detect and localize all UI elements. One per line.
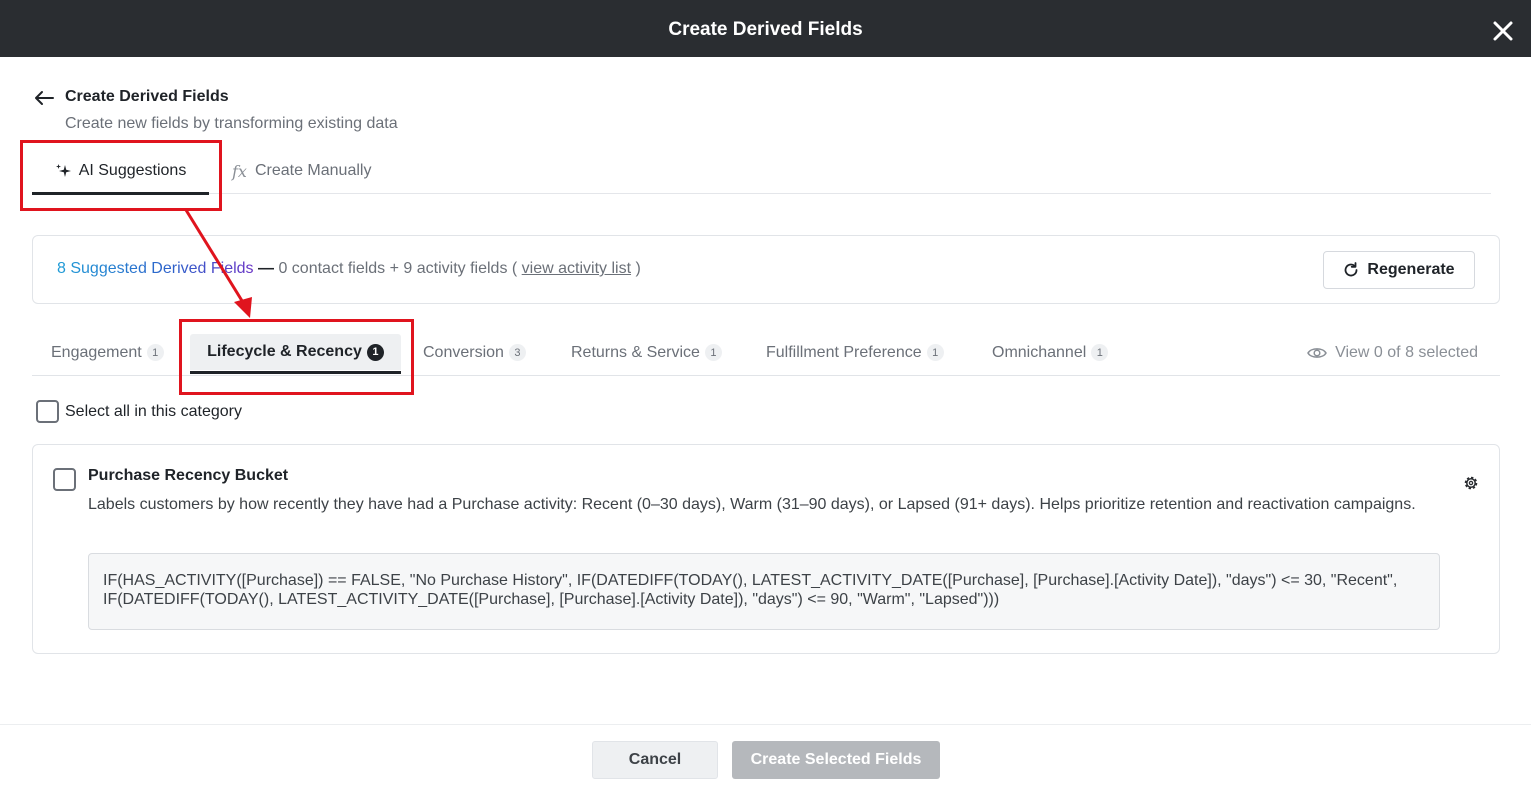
sparkle-icon bbox=[55, 164, 71, 177]
select-all-row: Select all in this category bbox=[36, 400, 242, 423]
page-title: Create Derived Fields bbox=[65, 88, 229, 105]
formula-block: IF(HAS_ACTIVITY([Purchase]) == FALSE, "N… bbox=[88, 553, 1440, 630]
field-title: Purchase Recency Bucket bbox=[88, 467, 289, 484]
count-badge: 1 bbox=[926, 344, 944, 361]
count-badge: 1 bbox=[1091, 344, 1109, 361]
modal-footer: Cancel Create Selected Fields bbox=[0, 724, 1531, 792]
tab-ai-suggestions-label: AI Suggestions bbox=[78, 162, 187, 179]
tab-conversion[interactable]: Conversion 3 bbox=[423, 330, 526, 375]
tab-fulfillment-preference[interactable]: Fulfillment Preference 1 bbox=[766, 330, 944, 375]
field-checkbox[interactable] bbox=[53, 468, 76, 491]
count-badge: 3 bbox=[508, 344, 526, 361]
gear-icon[interactable] bbox=[1463, 475, 1479, 491]
suggestion-card: Purchase Recency Bucket Labels customers… bbox=[32, 444, 1500, 654]
view-selected-toggle[interactable]: View 0 of 8 selected bbox=[1307, 330, 1478, 376]
suggested-count: 8 Suggested Derived Fields bbox=[57, 260, 254, 277]
summary-detail: 0 contact fields + 9 activity fields ( bbox=[278, 260, 522, 277]
mode-tabs: AI Suggestions fx Create Manually bbox=[32, 148, 1491, 195]
tab-label: Lifecycle & Recency bbox=[207, 343, 362, 360]
tab-omnichannel[interactable]: Omnichannel 1 bbox=[992, 330, 1109, 375]
summary-dash: — bbox=[253, 260, 279, 277]
view-selected-label: View 0 of 8 selected bbox=[1335, 344, 1478, 361]
summary-text: 8 Suggested Derived Fields — 0 contact f… bbox=[57, 260, 641, 278]
count-badge: 1 bbox=[146, 344, 164, 361]
summary-close-paren: ) bbox=[631, 260, 641, 277]
eye-icon bbox=[1307, 348, 1327, 358]
fx-icon: fx bbox=[232, 161, 247, 181]
tab-create-manually[interactable]: fx Create Manually bbox=[232, 148, 371, 194]
tab-label: Returns & Service bbox=[571, 343, 700, 361]
tab-label: Fulfillment Preference bbox=[766, 343, 922, 361]
regenerate-label: Regenerate bbox=[1367, 261, 1455, 278]
tab-lifecycle-recency[interactable]: Lifecycle & Recency 1 bbox=[190, 334, 401, 374]
tab-label: Conversion bbox=[423, 343, 504, 361]
count-badge: 1 bbox=[366, 343, 384, 361]
count-badge: 1 bbox=[704, 344, 722, 361]
page-subtitle: Create new fields by transforming existi… bbox=[65, 115, 398, 132]
refresh-icon bbox=[1345, 262, 1358, 277]
modal-title: Create Derived Fields bbox=[668, 19, 863, 40]
close-icon[interactable] bbox=[1492, 20, 1514, 42]
select-all-label: Select all in this category bbox=[65, 402, 242, 420]
tab-label: Engagement bbox=[51, 343, 142, 361]
regenerate-button[interactable]: Regenerate bbox=[1323, 251, 1475, 289]
select-all-checkbox[interactable] bbox=[36, 400, 59, 423]
modal-title-bar: Create Derived Fields bbox=[0, 0, 1531, 57]
field-description: Labels customers by how recently they ha… bbox=[88, 496, 1416, 513]
tab-label: Omnichannel bbox=[992, 343, 1087, 361]
suggestions-summary: 8 Suggested Derived Fields — 0 contact f… bbox=[32, 235, 1500, 304]
category-tabs: Engagement 1 Lifecycle & Recency 1 Convers… bbox=[32, 330, 1500, 376]
view-activity-list-link[interactable]: view activity list bbox=[522, 260, 631, 277]
create-selected-fields-button[interactable]: Create Selected Fields bbox=[732, 741, 940, 779]
tab-create-manually-label: Create Manually bbox=[254, 162, 372, 179]
tab-ai-suggestions[interactable]: AI Suggestions bbox=[32, 148, 209, 195]
back-arrow-icon[interactable] bbox=[34, 88, 56, 108]
cancel-button[interactable]: Cancel bbox=[592, 741, 718, 779]
tab-engagement[interactable]: Engagement 1 bbox=[51, 330, 164, 375]
tab-returns-service[interactable]: Returns & Service 1 bbox=[571, 330, 722, 375]
